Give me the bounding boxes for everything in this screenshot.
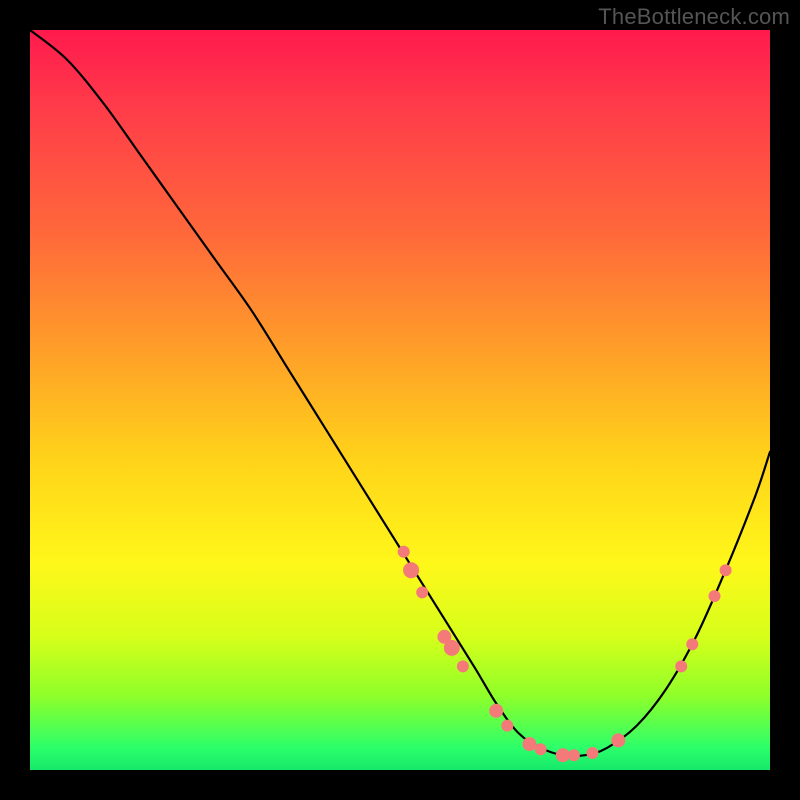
curve-svg: [30, 30, 770, 770]
watermark-text: TheBottleneck.com: [598, 4, 790, 30]
data-marker: [489, 704, 503, 718]
data-marker: [709, 590, 721, 602]
chart-frame: TheBottleneck.com: [0, 0, 800, 800]
plot-area: [30, 30, 770, 770]
data-marker: [501, 720, 513, 732]
data-marker: [586, 747, 598, 759]
data-marker: [444, 640, 460, 656]
data-marker: [568, 749, 580, 761]
data-marker: [457, 660, 469, 672]
data-marker: [523, 737, 537, 751]
data-marker: [675, 660, 687, 672]
data-marker: [403, 562, 419, 578]
data-marker: [535, 743, 547, 755]
data-marker: [720, 564, 732, 576]
data-marker: [398, 546, 410, 558]
data-marker: [556, 748, 570, 762]
data-marker: [611, 733, 625, 747]
data-marker: [416, 586, 428, 598]
data-marker: [686, 638, 698, 650]
data-markers-group: [398, 546, 732, 763]
bottleneck-curve: [30, 30, 770, 756]
